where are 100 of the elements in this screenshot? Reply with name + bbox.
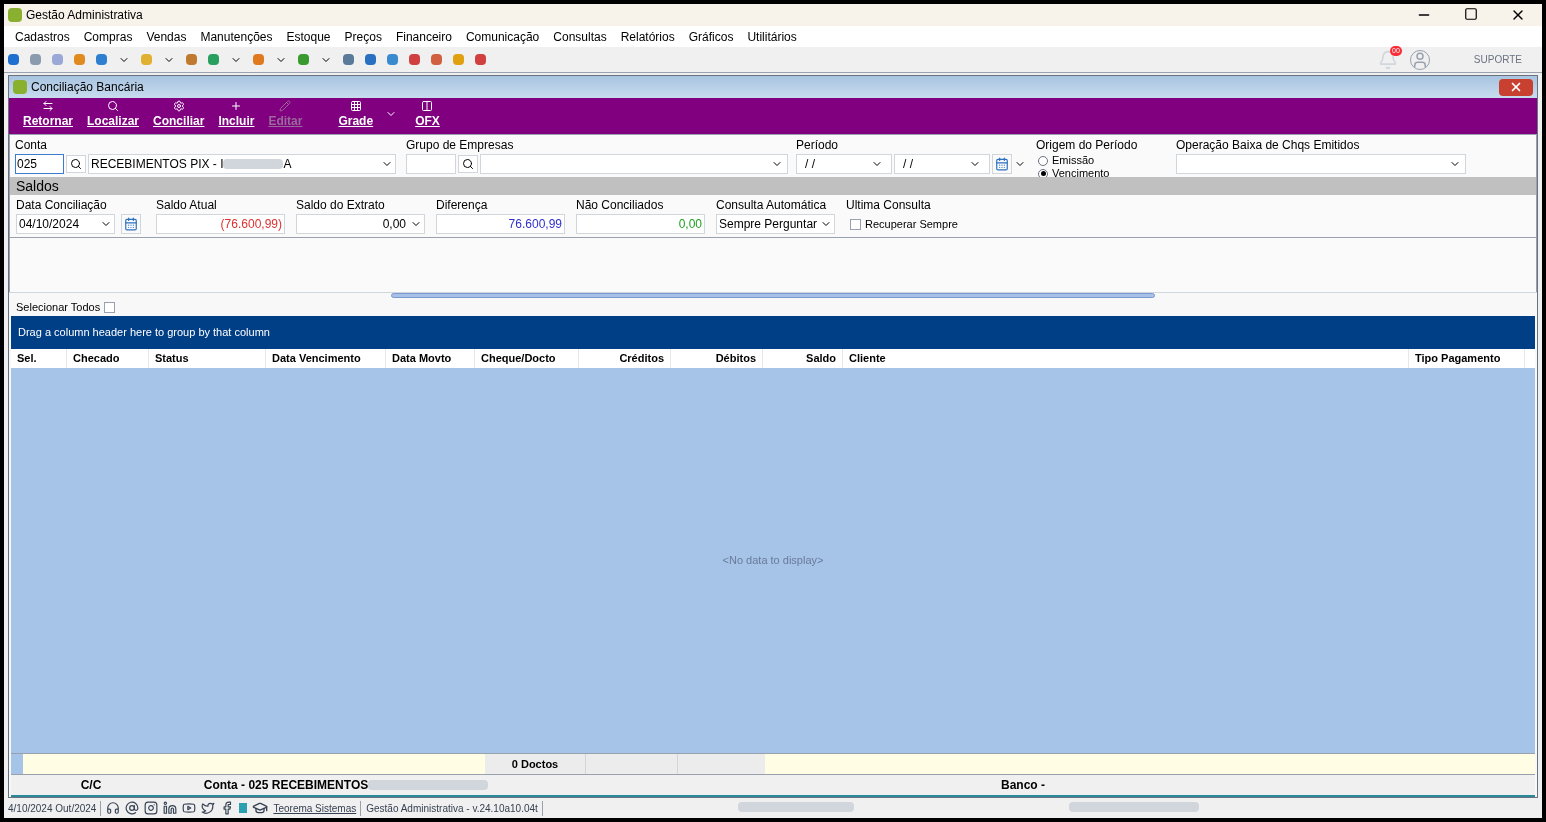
instagram-icon[interactable] (144, 801, 159, 815)
amount-value: 76.600,99 (508, 216, 562, 233)
support-link[interactable]: SUPORTE (1473, 52, 1522, 67)
date-field[interactable]: 04/10/2024 (16, 214, 115, 234)
toolbar-icon[interactable] (96, 54, 107, 65)
group-code-field[interactable] (406, 154, 456, 174)
twitter-icon[interactable] (201, 801, 216, 815)
version-text: Gestão Administrativa - v.24.10a10.04t (366, 800, 543, 816)
footer-cell-text: Banco - (1001, 777, 1045, 794)
headset-icon[interactable] (106, 801, 121, 815)
date-field[interactable]: / / (894, 154, 990, 174)
account-code-field[interactable]: 025 (15, 154, 64, 174)
field-label: Período (796, 137, 840, 154)
toolbar-button[interactable]: Grade (334, 100, 378, 130)
menu-item[interactable]: Gráficos (681, 27, 741, 46)
search-icon[interactable] (458, 155, 478, 173)
toolbar-icon[interactable] (475, 54, 486, 65)
radio-label: Emissão (1052, 154, 1095, 167)
toolbar-icon[interactable] (387, 54, 398, 65)
menu-item[interactable]: Utilitários (740, 27, 804, 46)
field-label: Saldo Atual (156, 197, 218, 214)
section-header: Saldos (10, 177, 1536, 195)
mode-dropdown[interactable]: Sempre Perguntar (716, 214, 835, 234)
window-logo-icon (13, 80, 27, 94)
toolbar-button[interactable]: Incluir (214, 100, 259, 130)
radio-label: Vencimento (1052, 167, 1110, 180)
calendar-icon[interactable] (121, 214, 141, 234)
radio-button[interactable] (1038, 155, 1048, 166)
field-label: Saldo do Extrato (296, 197, 386, 214)
toolbar-icon[interactable] (186, 54, 197, 65)
toolbar-icon[interactable] (74, 54, 85, 65)
field-label: Ultima Consulta (846, 197, 932, 214)
checkbox[interactable] (104, 301, 116, 313)
toolbar-icon[interactable] (453, 54, 464, 65)
toolbar-icon[interactable] (365, 54, 376, 65)
arrows-icon (42, 100, 54, 112)
amount-dropdown[interactable]: 0,00 (296, 214, 425, 234)
checkbox-label: Recuperar Sempre (865, 216, 958, 232)
checkbox-label: Selecionar Todos (16, 299, 101, 315)
search-icon[interactable] (66, 155, 86, 173)
field-label: Diferença (436, 197, 489, 214)
youtube-icon[interactable] (182, 801, 197, 815)
footer-cell-text: Conta - 025 RECEBIMENTOS (203, 777, 369, 794)
search-icon (107, 100, 120, 112)
calendar-icon[interactable] (992, 154, 1012, 174)
account-dropdown[interactable]: RECEBIMENTOS PIX - I A (88, 154, 396, 174)
gear-icon (172, 100, 185, 112)
toolbar-icon[interactable] (208, 54, 219, 65)
toolbar-icon[interactable] (8, 54, 19, 65)
redacted-text (223, 159, 284, 169)
menu-item[interactable]: Relatórios (613, 27, 682, 46)
menu-item[interactable]: Compras (76, 27, 140, 46)
amount-field[interactable]: (76.600,99) (156, 214, 285, 234)
toolbar-button[interactable]: OFX (411, 100, 444, 130)
field-label: Data Conciliação (16, 197, 108, 214)
toolbar-button[interactable]: Conciliar (149, 100, 209, 130)
bell-icon[interactable] (1377, 49, 1398, 70)
amount-value: 0,00 (678, 216, 702, 233)
menu-item[interactable]: Comunicação (458, 27, 547, 46)
account-name: A (283, 156, 292, 173)
field-label: Não Conciliados (576, 197, 665, 214)
grid-icon (349, 100, 362, 112)
toolbar-icon[interactable] (431, 54, 442, 65)
amount-field[interactable]: 76.600,99 (436, 214, 565, 234)
toolbar-icon[interactable] (343, 54, 354, 65)
toolbar-icon[interactable] (298, 54, 309, 65)
toolbar-icon[interactable] (30, 54, 41, 65)
toolbar-icon[interactable] (409, 54, 420, 65)
toolbar-icon[interactable] (52, 54, 63, 65)
checkbox[interactable] (850, 218, 861, 230)
columns-icon (421, 100, 434, 112)
amount-field[interactable]: 0,00 (576, 214, 705, 234)
child-window-title: Conciliação Bancária (31, 79, 144, 96)
summary-cell: 0 Doctos (485, 754, 585, 774)
menu-item[interactable]: Consultas (546, 27, 614, 46)
splitter-handle[interactable] (391, 293, 1155, 298)
plus-icon (230, 100, 243, 112)
menu-item[interactable]: Estoque (279, 27, 338, 46)
date-field[interactable]: / / (796, 154, 892, 174)
linkedin-icon[interactable] (163, 801, 178, 815)
field-label: Operação Baixa de Chqs Emitidos (1176, 137, 1361, 154)
menu-item[interactable]: Vendas (139, 27, 194, 46)
menu-item[interactable]: Manutenções (193, 27, 280, 46)
close-button[interactable] (1499, 78, 1533, 96)
menu-item[interactable]: Preços (337, 27, 389, 46)
menu-item[interactable]: Financeiro (388, 27, 459, 46)
close-icon (1509, 80, 1523, 94)
window-title: Gestão Administrativa (26, 7, 143, 24)
field-label: Grupo de Empresas (406, 137, 515, 154)
toolbar-button[interactable]: Localizar (83, 100, 144, 130)
company-link[interactable]: Teorema Sistemas (273, 800, 362, 816)
group-by-hint: Drag a column header here to group by that column (18, 325, 270, 341)
graduation-cap-icon (252, 800, 269, 816)
menu-item[interactable]: Cadastros (8, 27, 77, 46)
maximize-icon[interactable] (1464, 7, 1478, 21)
footer-cell-text: C/C (79, 777, 103, 794)
toolbar-icon[interactable] (253, 54, 264, 65)
toolbar-button[interactable]: Retornar (19, 100, 77, 130)
email-icon[interactable] (125, 801, 140, 815)
empty-grid-message: <No data to display> (722, 553, 824, 569)
